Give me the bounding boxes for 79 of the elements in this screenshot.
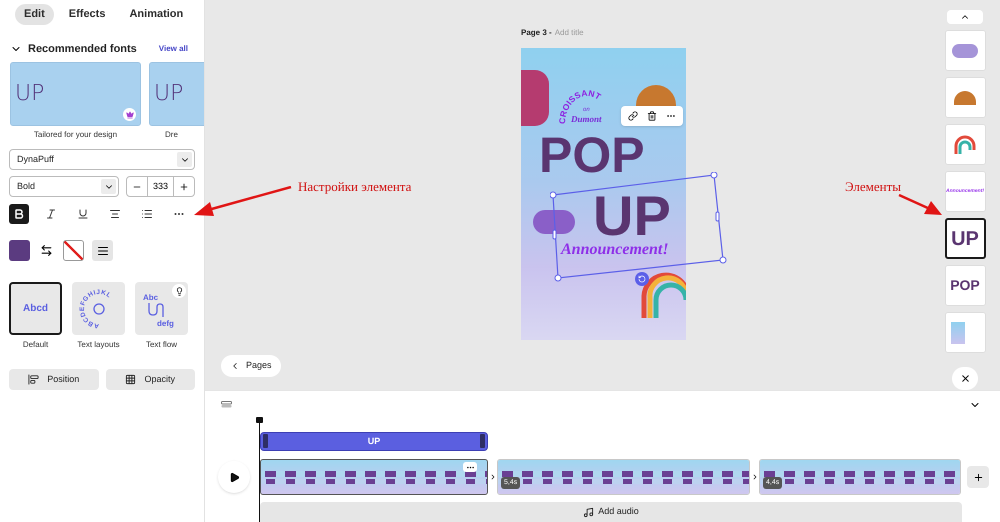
- font-card-caption: Dre: [165, 129, 178, 141]
- plus-icon[interactable]: [179, 182, 189, 192]
- element-thumbnail[interactable]: UP: [944, 218, 986, 260]
- link-icon[interactable]: [628, 111, 638, 121]
- panel-tab[interactable]: Animation: [120, 4, 192, 25]
- layout-label: Text flow: [146, 339, 178, 351]
- close-icon: [960, 373, 970, 384]
- panel-tab[interactable]: Edit: [15, 4, 54, 25]
- layout-label: Default: [22, 339, 48, 351]
- annotation-label: Настройки элемента: [298, 178, 412, 196]
- italic-icon: [45, 208, 57, 220]
- element-text: POP: [950, 276, 980, 296]
- font-sample: UP: [154, 81, 184, 106]
- section-title: Recommended fonts: [28, 42, 137, 57]
- stroke-button[interactable]: [92, 240, 113, 261]
- poster-headline: POP: [539, 130, 645, 180]
- font-size-value[interactable]: 333: [147, 177, 174, 196]
- lightbulb-icon: [174, 286, 184, 296]
- layout-sample: defg: [157, 318, 174, 330]
- font-weight-select[interactable]: Bold: [9, 176, 119, 197]
- checkerboard-icon: [125, 374, 136, 385]
- font-card-caption: Tailored for your design: [34, 129, 118, 141]
- font-size-stepper[interactable]: 333: [126, 176, 195, 197]
- element-text: UP: [951, 226, 979, 252]
- plus-icon: [972, 472, 984, 483]
- annotation-label: Элементы: [845, 178, 902, 196]
- swap-icon[interactable]: [40, 244, 53, 257]
- view-all-link[interactable]: View all: [158, 43, 188, 55]
- element-thumbnail[interactable]: [944, 124, 986, 166]
- bold-icon: [13, 208, 25, 220]
- play-icon: [228, 472, 240, 483]
- drag-handle[interactable]: [263, 434, 268, 448]
- no-fill-swatch[interactable]: [63, 240, 84, 261]
- layout-option[interactable]: Abcd: [9, 282, 62, 335]
- image-placeholder: [951, 322, 965, 344]
- layout-sample: Abc: [143, 292, 158, 304]
- text-color-swatch[interactable]: [9, 240, 30, 261]
- element-thumbnail[interactable]: POP: [944, 265, 986, 306]
- align-icon: [28, 374, 40, 385]
- align-icon: [109, 208, 121, 220]
- font-card[interactable]: UP: [10, 62, 141, 126]
- collapse-handle-icon[interactable]: [221, 401, 232, 408]
- page-label: Page 3 -: [521, 27, 552, 39]
- opacity-button[interactable]: Opacity: [106, 369, 195, 390]
- close-button[interactable]: [952, 367, 978, 390]
- font-card[interactable]: UP: [149, 62, 204, 126]
- layout-option[interactable]: Abc defg: [135, 282, 188, 335]
- rotate-handle[interactable]: [635, 272, 649, 286]
- trash-icon[interactable]: [646, 111, 657, 121]
- lines-icon: [96, 244, 108, 256]
- playhead[interactable]: [256, 417, 263, 522]
- cloud-drawing: [533, 210, 575, 234]
- font-family-select[interactable]: DynaPuff: [9, 149, 195, 170]
- element-thumbnail[interactable]: [944, 312, 986, 354]
- drag-handle[interactable]: [480, 434, 485, 448]
- video-clip[interactable]: [260, 459, 488, 496]
- clip-menu-button[interactable]: [463, 462, 477, 472]
- crown-badge: [123, 108, 136, 121]
- underline-icon: [77, 208, 89, 220]
- hint-button[interactable]: [172, 284, 186, 298]
- pages-button[interactable]: Pages: [221, 355, 281, 377]
- music-note-icon: [583, 506, 594, 518]
- play-button[interactable]: [218, 461, 250, 494]
- text-track-bar[interactable]: UP: [260, 432, 488, 452]
- track-label: UP: [368, 434, 380, 448]
- selection-frame[interactable]: [550, 172, 727, 282]
- bold-button[interactable]: [9, 204, 29, 224]
- layout-label: Text layouts: [77, 339, 120, 351]
- rainbow-drawing: [952, 134, 978, 156]
- add-clip-button[interactable]: [967, 466, 989, 488]
- element-thumbnail[interactable]: [944, 77, 986, 118]
- cloud-drawing: [952, 44, 978, 58]
- position-button[interactable]: Position: [9, 369, 98, 390]
- annotation-arrow: [898, 194, 942, 216]
- panel-tab[interactable]: Effects: [60, 4, 114, 25]
- element-thumbnail[interactable]: [944, 30, 986, 72]
- font-sample: UP: [15, 81, 44, 106]
- layout-sample: Abcd: [23, 302, 48, 316]
- add-audio-button[interactable]: Add audio: [260, 502, 962, 522]
